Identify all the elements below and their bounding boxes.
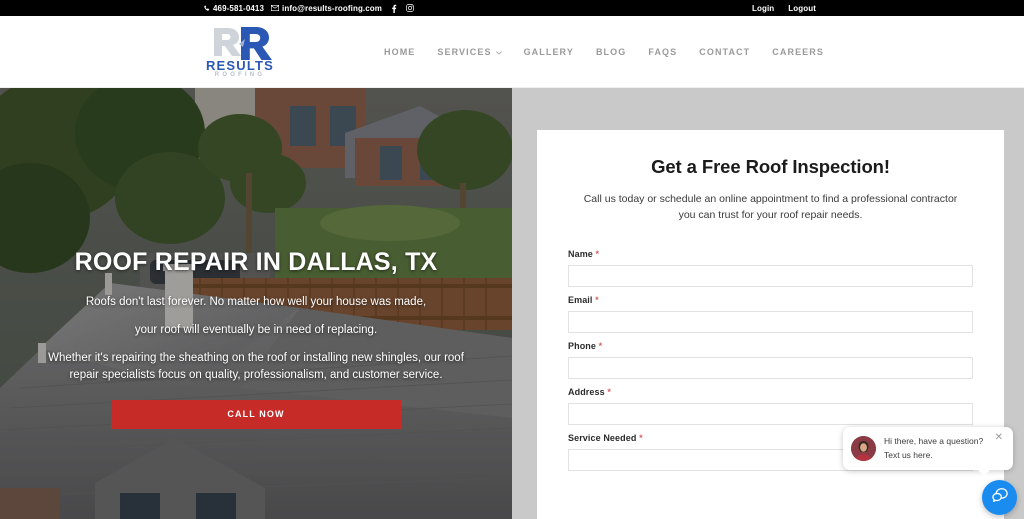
form-title: Get a Free Roof Inspection! [651, 156, 890, 177]
person-avatar-icon [851, 436, 876, 461]
hero-paragraph-3: Whether it's repairing the sheathing on … [48, 352, 464, 382]
chat-line-1: Hi there, have a question? [884, 436, 984, 447]
nav-label-home: HOME [384, 47, 416, 57]
field-address: Address * [568, 387, 973, 425]
label-phone-text: Phone [568, 340, 597, 351]
logo-tagline: ROOFING [214, 72, 266, 78]
hero-title: ROOF REPAIR IN DALLAS, TX [74, 248, 438, 276]
label-name-text: Name [568, 248, 593, 259]
label-address-text: Address [568, 386, 605, 397]
top-utility-bar: 469-581-0413 info@results-roofing.com Lo… [0, 0, 1024, 16]
hero-paragraph-2: your roof will eventually be in need of … [134, 323, 378, 336]
address-input[interactable] [568, 402, 973, 425]
main-navigation: HOME SERVICES GALLERY BLOG FAQS CONTACT [384, 16, 824, 88]
login-link[interactable]: Login [752, 4, 774, 13]
results-roofing-r-logo-icon [200, 22, 280, 62]
phone-number: 469-581-0413 [213, 3, 265, 13]
logout-link[interactable]: Logout [788, 4, 816, 13]
chevron-down-icon [495, 47, 502, 57]
nav-label-services: SERVICES [437, 47, 492, 57]
instagram-icon[interactable] [406, 4, 414, 12]
field-phone: Phone * [568, 341, 973, 379]
nav-item-blog[interactable]: BLOG [596, 47, 626, 57]
chat-line-2: Text us here. [884, 449, 933, 460]
nav-label-careers: CAREERS [772, 47, 824, 57]
nav-label-contact: CONTACT [699, 47, 751, 57]
required-asterisk: * [595, 248, 600, 259]
label-service-needed-text: Service Needed [568, 432, 637, 443]
phone-icon [203, 4, 210, 12]
site-header: RESULTS ROOFING HOME SERVICES GALLERY BL… [0, 16, 1024, 88]
name-input[interactable] [568, 264, 973, 287]
hero-section: ROOF REPAIR IN DALLAS, TX Roofs don't la… [0, 88, 512, 519]
site-logo[interactable]: RESULTS ROOFING [200, 22, 280, 82]
required-asterisk: * [598, 340, 603, 351]
nav-item-careers[interactable]: CAREERS [772, 47, 824, 57]
phone-link[interactable]: 469-581-0413 [203, 4, 264, 13]
call-now-button[interactable]: CALL NOW [111, 399, 401, 429]
logo-wordmark: RESULTS [205, 58, 275, 73]
label-email-text: Email [568, 294, 593, 305]
chat-bubbles-icon-button[interactable] [982, 480, 1017, 515]
nav-label-faqs: FAQS [648, 47, 678, 57]
chat-bubbles-icon [990, 486, 1009, 510]
hero-paragraph-1: Roofs don't last forever. No matter how … [85, 296, 427, 308]
email-input[interactable] [568, 310, 973, 333]
email-address: info@results-roofing.com [282, 3, 383, 13]
nav-label-blog: BLOG [595, 47, 627, 57]
nav-label-gallery: GALLERY [523, 47, 574, 57]
field-name: Name * [568, 249, 973, 287]
email-link[interactable]: info@results-roofing.com [271, 4, 382, 13]
nav-item-services[interactable]: SERVICES [437, 47, 502, 57]
label-address: Address * [568, 387, 973, 397]
chat-message: Hi there, have a question? Text us here. [884, 435, 995, 461]
facebook-icon[interactable] [391, 4, 397, 13]
form-description: Call us today or schedule an online appo… [583, 193, 958, 221]
page-root: 469-581-0413 info@results-roofing.com Lo… [0, 0, 1024, 519]
topbar-contact-group: 469-581-0413 info@results-roofing.com [203, 0, 414, 16]
required-asterisk: * [595, 294, 599, 305]
label-email: Email * [568, 295, 973, 305]
hero-content: ROOF REPAIR IN DALLAS, TX Roofs don't la… [0, 88, 512, 519]
label-name: Name * [568, 249, 973, 259]
nav-item-contact[interactable]: CONTACT [699, 47, 750, 57]
required-asterisk: * [607, 386, 611, 397]
required-asterisk: * [639, 432, 643, 443]
label-phone: Phone * [568, 341, 973, 351]
chat-prompt-bubble[interactable]: Hi there, have a question? Text us here.… [843, 427, 1013, 476]
phone-input[interactable] [568, 356, 973, 379]
nav-item-faqs[interactable]: FAQS [648, 47, 677, 57]
envelope-icon [271, 5, 280, 11]
topbar-auth-group: Login Logout [752, 0, 816, 16]
nav-item-gallery[interactable]: GALLERY [524, 47, 574, 57]
field-email: Email * [568, 295, 973, 333]
close-icon[interactable]: ✕ [995, 433, 1003, 443]
nav-item-home[interactable]: HOME [384, 47, 415, 57]
